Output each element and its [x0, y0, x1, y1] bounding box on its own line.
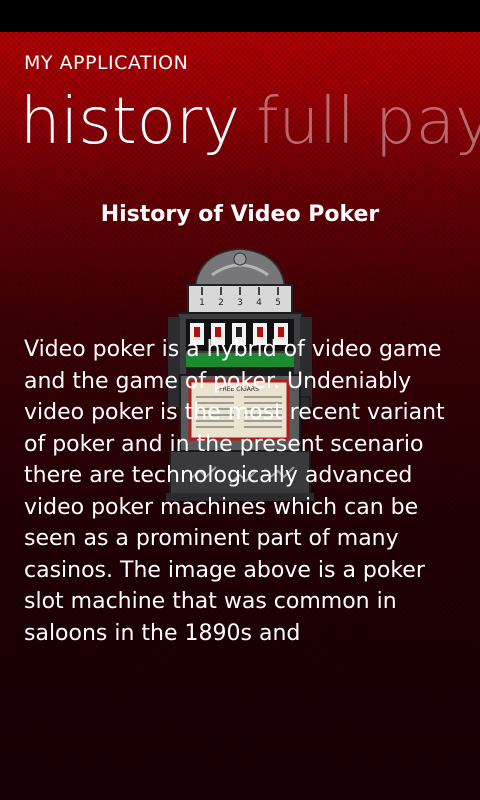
history-body-text: Video poker is a hybrid of video game an…: [24, 337, 445, 646]
reel-label: 4: [256, 298, 262, 308]
reel-label: 2: [218, 298, 224, 308]
app-screen: MY APPLICATION history full pay History o…: [0, 0, 480, 800]
pivot-tab-full-pay[interactable]: full pay: [256, 80, 480, 164]
reel-label: 3: [237, 298, 243, 308]
app-title: MY APPLICATION: [24, 52, 189, 74]
reel-label: 5: [275, 298, 281, 308]
status-bar: [0, 0, 480, 32]
section-title: History of Video Poker: [100, 202, 380, 227]
pivot-tab-history[interactable]: history: [20, 80, 240, 164]
pivot-headers: history full pay: [20, 80, 480, 164]
reel-label: 1: [199, 298, 205, 308]
